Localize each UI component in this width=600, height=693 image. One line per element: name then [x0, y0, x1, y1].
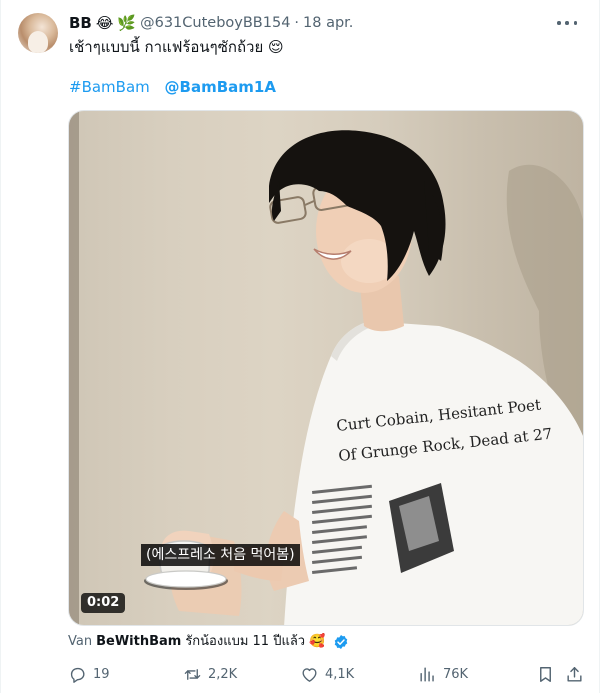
share-icon	[567, 666, 582, 682]
verified-icon	[335, 635, 348, 649]
tweet-header: BB 😂 🌿 @631CuteboyBB154 · 18 apr.	[69, 13, 353, 33]
via-text: รักน้องแบม 11 ปีแล้ว 🥰	[185, 634, 326, 649]
tweet-tags: #BamBam @BamBam1A	[69, 77, 276, 97]
author-handle[interactable]: @631CuteboyBB154	[140, 15, 290, 31]
repost-icon	[184, 668, 201, 680]
via-user-link[interactable]: BeWithBam	[96, 633, 181, 651]
author-emoji-laugh: 😂	[95, 14, 114, 32]
bookmark-button[interactable]	[536, 663, 555, 685]
reply-icon	[70, 667, 85, 683]
bookmark-icon	[540, 666, 551, 682]
reply-button[interactable]: 19	[68, 663, 110, 685]
like-button[interactable]: 4,1K	[300, 663, 354, 685]
video-subtitle: (에스프레소 처음 먹어봄)	[141, 544, 300, 566]
avatar[interactable]	[18, 13, 58, 53]
community-note-row: Van BeWithBam รักน้องแบม 11 ปีแล้ว 🥰	[68, 633, 349, 651]
like-icon	[302, 667, 317, 682]
tweet-actions: 19 2,2K 4,1K 76K	[68, 663, 584, 685]
share-button[interactable]	[565, 663, 584, 685]
views-button[interactable]: 76K	[418, 663, 468, 685]
repost-count: 2,2K	[208, 666, 238, 682]
via-prefix: Van	[68, 634, 93, 649]
more-icon[interactable]	[557, 15, 577, 31]
author-emoji-leaf: 🌿	[117, 14, 137, 32]
mention-link[interactable]: @BamBam1A	[165, 78, 276, 96]
reply-count: 19	[93, 666, 110, 682]
hashtag-link[interactable]: #BamBam	[69, 78, 150, 96]
video-player[interactable]: Curt Cobain, Hesitant Poet Of Grunge Roc…	[68, 110, 584, 626]
views-icon	[420, 666, 434, 682]
repost-button[interactable]: 2,2K	[183, 663, 237, 685]
header-separator: ·	[294, 15, 300, 31]
tweet-date[interactable]: 18 apr.	[303, 15, 353, 31]
video-duration-badge: 0:02	[81, 593, 126, 613]
like-count: 4,1K	[325, 666, 355, 682]
tweet-card[interactable]: BB 😂 🌿 @631CuteboyBB154 · 18 apr. เช้าๆแ…	[0, 0, 600, 693]
author-name[interactable]: BB	[69, 14, 92, 32]
views-count: 76K	[443, 666, 469, 682]
tweet-text: เช้าๆแบบนี้ กาแฟร้อนๆซักถ้วย 😌	[69, 38, 284, 56]
